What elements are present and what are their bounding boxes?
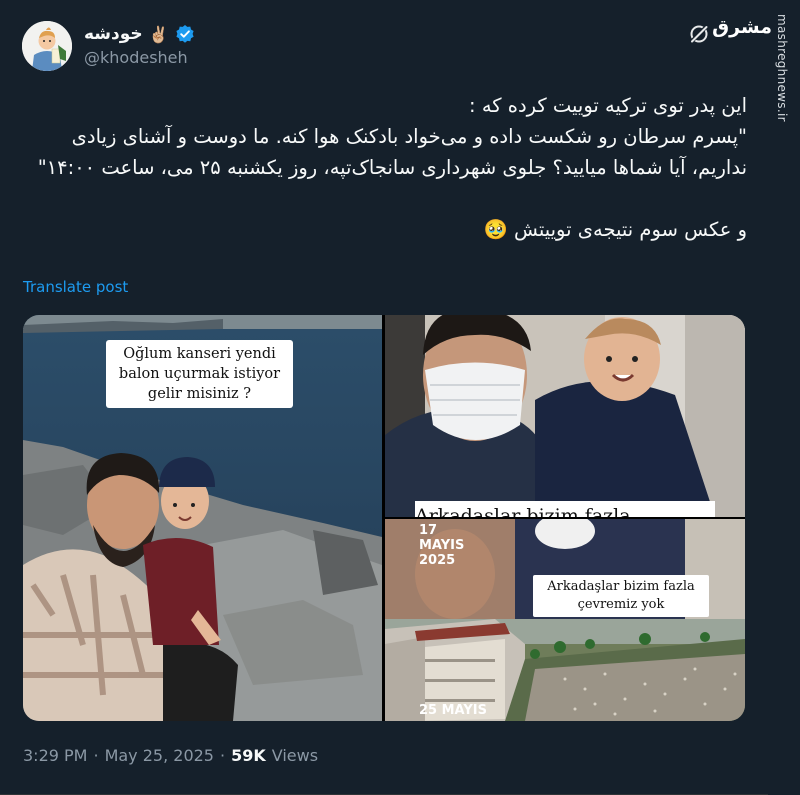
tintin-avatar-icon <box>22 21 72 71</box>
tweet-line-result: و عکس سوم نتیجه‌ی توییتش 🥹 <box>483 218 748 241</box>
hospital-selfie-image <box>385 315 745 517</box>
avatar[interactable] <box>22 21 72 71</box>
bottom-right-caption: Arkadaşlar bizim fazla çevremiz yok <box>533 575 709 617</box>
photo-collage-crowd[interactable]: 17 MAYIS 2025 Arkadaşlar bizim fazla çev… <box>385 519 745 721</box>
photo-father-son-seaside[interactable]: Oğlum kanseri yendi balon uçurmak istiyo… <box>23 315 382 721</box>
views-label: Views <box>271 746 319 765</box>
watermark-site: mashreghnews.ir <box>775 14 789 122</box>
meta-separator: · <box>219 746 226 765</box>
grok-icon[interactable] <box>688 23 710 45</box>
tweet-line-quote: "پسرم سرطان رو شکست داده و می‌خواد بادکن… <box>37 125 747 179</box>
author-name-row[interactable]: خودشه ✌🏼 <box>84 22 195 46</box>
author-handle[interactable]: @khodesheh <box>84 48 188 67</box>
date-label-17-mayis: 17 MAYIS 2025 <box>419 523 465 568</box>
left-photo-caption: Oğlum kanseri yendi balon uçurmak istiyo… <box>106 340 293 408</box>
tweet-meta: 3:29 PM · May 25, 2025 · 59K Views <box>23 746 318 765</box>
verified-badge-icon <box>175 24 195 44</box>
photo-hospital-selfie[interactable]: Arkadaşlar bizim fazla <box>385 315 745 517</box>
victory-hand-emoji: ✌🏼 <box>148 24 169 44</box>
mashregh-logo: مشرق <box>712 16 772 38</box>
media-grid: Oğlum kanseri yendi balon uçurmak istiyo… <box>23 315 745 721</box>
translate-post-link[interactable]: Translate post <box>23 278 128 296</box>
display-name[interactable]: خودشه <box>84 24 143 44</box>
tweet-card: خودشه ✌🏼 @khodesheh این پدر توی ترکیه تو… <box>0 0 768 795</box>
top-right-cut-caption: Arkadaşlar bizim fazla <box>415 501 715 517</box>
tweet-line-intro: این پدر توی ترکیه توییت کرده که : <box>469 94 747 117</box>
tweet-date[interactable]: May 25, 2025 <box>105 746 214 765</box>
meta-separator: · <box>93 746 99 765</box>
views-count[interactable]: 59K <box>231 746 266 765</box>
tweet-text: این پدر توی ترکیه توییت کرده که : "پسرم … <box>30 90 747 245</box>
date-label-25-mayis: 25 MAYIS <box>419 703 487 718</box>
tweet-time[interactable]: 3:29 PM <box>23 746 87 765</box>
